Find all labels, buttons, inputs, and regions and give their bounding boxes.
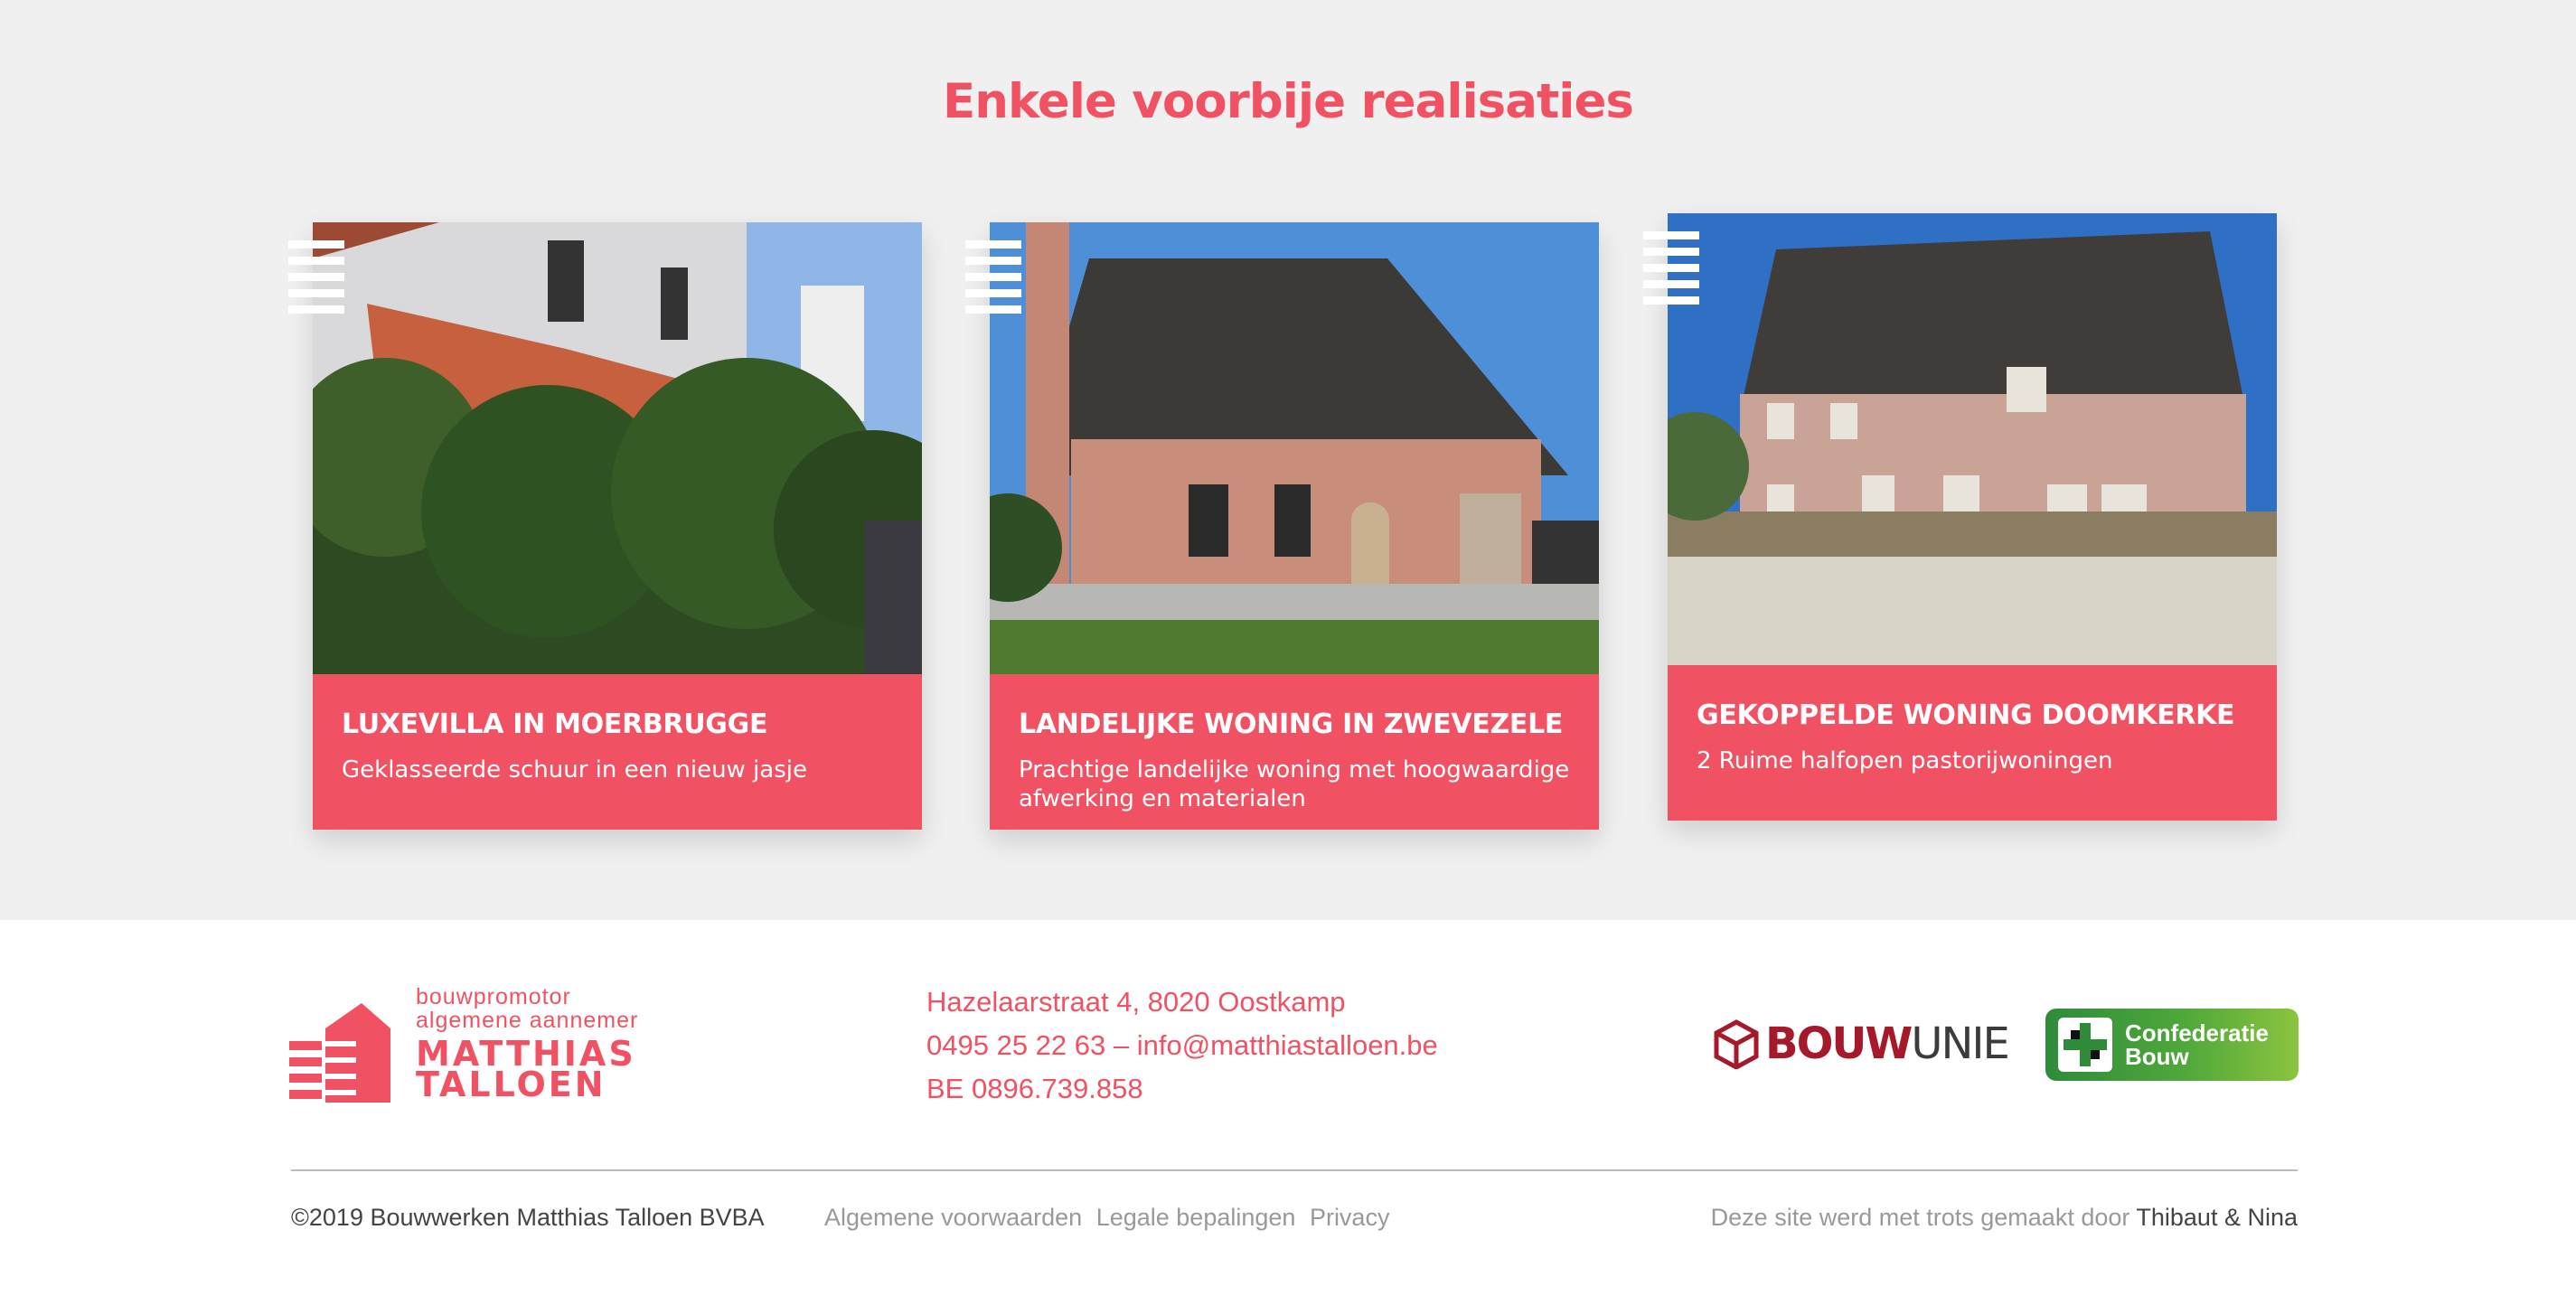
link-privacy[interactable]: Privacy	[1310, 1204, 1390, 1231]
house-icon	[289, 1003, 390, 1103]
project-photo	[313, 222, 922, 674]
confederatie-text-1: Confederatie	[2125, 1019, 2269, 1047]
address: Hazelaarstraat 4, 8020 Oostkamp	[926, 986, 1346, 1018]
credit-prefix: Deze site werd met trots gemaakt door	[1710, 1204, 2130, 1231]
company-logo[interactable]: bouwpromotor algemene aannemer MATTHIAS …	[289, 985, 678, 1103]
project-description: Geklasseerde schuur in een nieuw jasje	[342, 756, 807, 784]
bouwunie-logo[interactable]: BOUW UNIE	[1713, 1017, 2010, 1071]
credit-names-link[interactable]: Thibaut & Nina	[2136, 1204, 2298, 1231]
confederatie-icon	[2058, 1018, 2112, 1072]
link-algemene-voorwaarden[interactable]: Algemene voorwaarden	[824, 1204, 1082, 1231]
project-photo	[990, 222, 1599, 674]
project-title: GEKOPPELDE WONING DOOMKERKE	[1697, 699, 2235, 731]
cube-icon	[1714, 1019, 1759, 1069]
phone-email-link[interactable]: 0495 25 22 63 – info@matthiastalloen.be	[926, 1024, 1438, 1067]
project-title: LANDELIJKE WONING IN ZWEVEZELE	[1019, 709, 1564, 740]
section-title: Enkele voorbije realisaties	[943, 74, 1634, 129]
logo-tagline-2: algemene aannemer	[416, 1008, 639, 1033]
confederatie-text-2: Bouw	[2125, 1043, 2189, 1070]
footer-links: Algemene voorwaarden Legale bepalingen P…	[824, 1204, 1396, 1232]
project-description: 2 Ruime halfopen pastorijwoningen	[1697, 747, 2113, 774]
project-card-doomkerke[interactable]: GEKOPPELDE WONING DOOMKERKE 2 Ruime half…	[1643, 213, 2277, 821]
project-photo	[1668, 213, 2277, 665]
bouwunie-text-1: BOUW	[1765, 1018, 1913, 1069]
site-credit: Deze site werd met trots gemaakt door Th…	[1711, 1204, 2298, 1232]
link-legale-bepalingen[interactable]: Legale bepalingen	[1096, 1204, 1296, 1231]
copyright: ©2019 Bouwwerken Matthias Talloen BVBA	[291, 1204, 765, 1231]
project-title: LUXEVILLA IN MOERBRUGGE	[342, 709, 768, 740]
confederatie-bouw-logo[interactable]: Confederatie Bouw	[2045, 1009, 2299, 1081]
stripes-decoration	[965, 240, 1021, 324]
bouwunie-text-2: UNIE	[1911, 1018, 2010, 1069]
footer-divider	[291, 1169, 2298, 1171]
project-card-moerbrugge[interactable]: LUXEVILLA IN MOERBRUGGE Geklasseerde sch…	[288, 222, 922, 830]
logo-tagline-1: bouwpromotor	[416, 984, 571, 1009]
contact-info: Hazelaarstraat 4, 8020 Oostkamp 0495 25 …	[926, 981, 1438, 1111]
stripes-decoration	[288, 240, 344, 324]
stripes-decoration	[1643, 231, 1699, 314]
project-description: Prachtige landelijke woning met hoogwaar…	[1019, 756, 1570, 812]
project-card-zwevezele[interactable]: LANDELIJKE WONING IN ZWEVEZELE Prachtige…	[965, 222, 1599, 830]
vat-number: BE 0896.739.858	[926, 1073, 1143, 1104]
projects-section: Enkele voorbije realisaties LUXEVILLA IN…	[0, 0, 2576, 920]
logo-name-2: TALLOEN	[416, 1065, 606, 1104]
